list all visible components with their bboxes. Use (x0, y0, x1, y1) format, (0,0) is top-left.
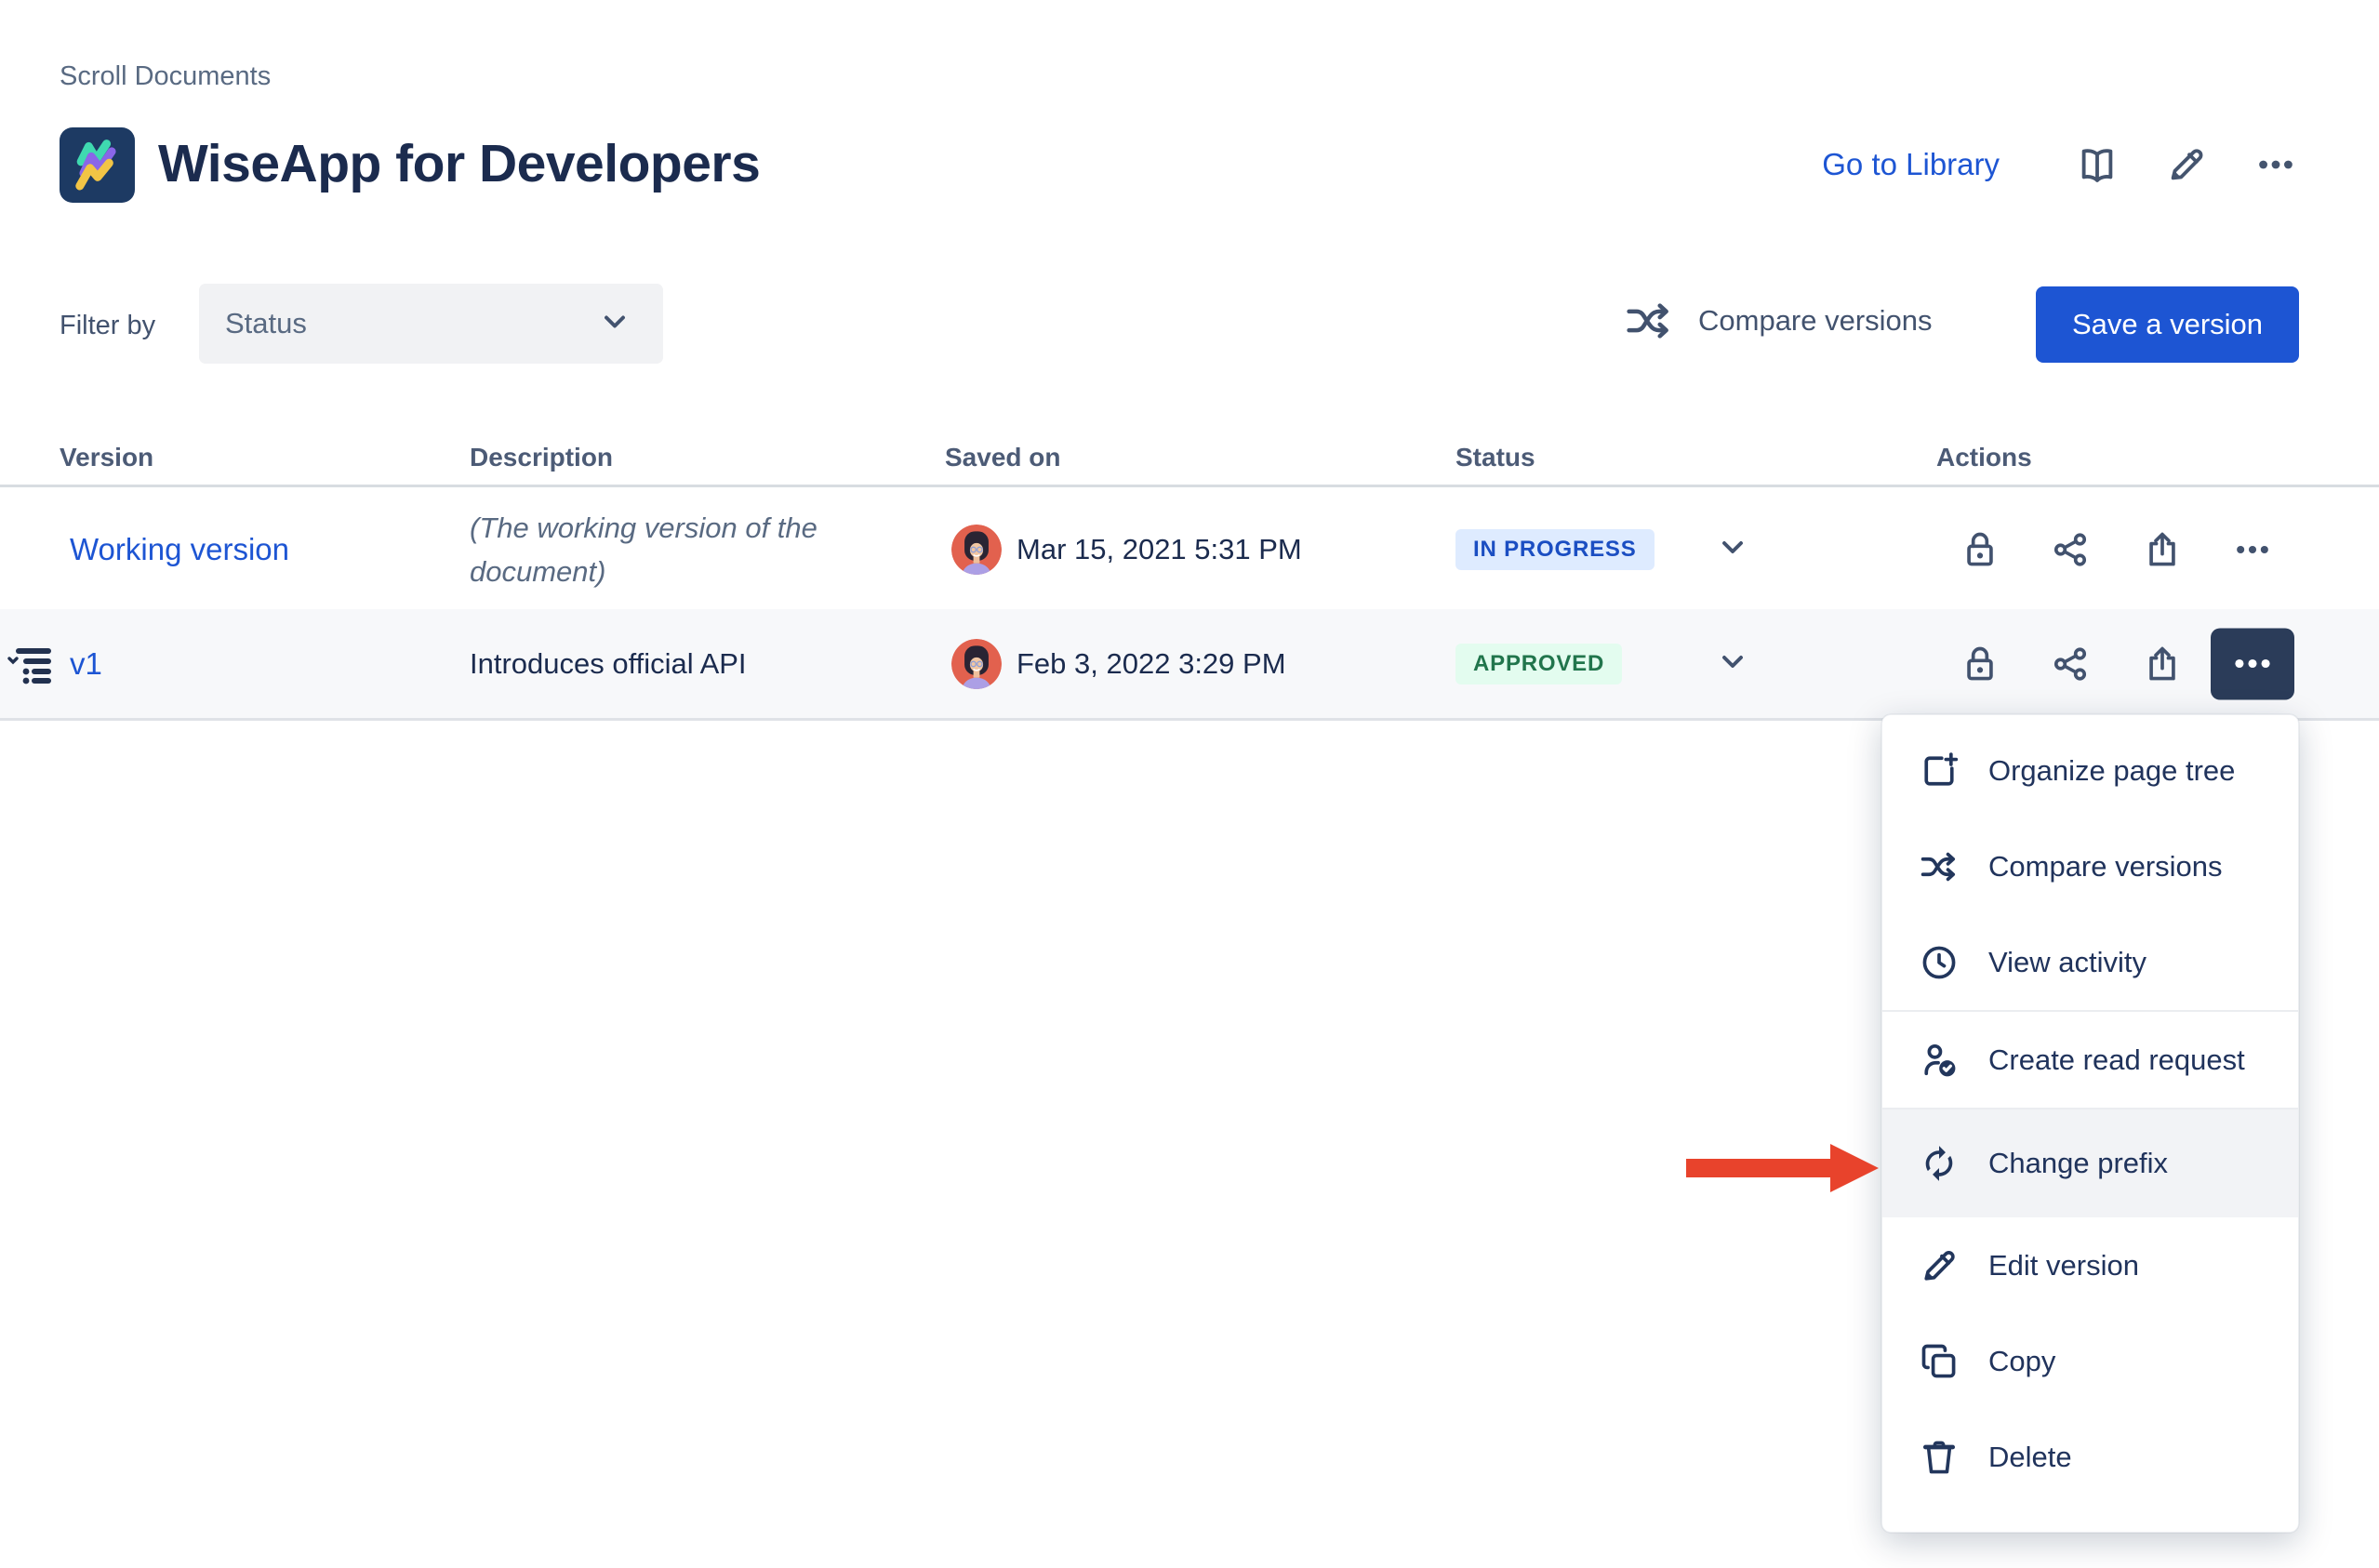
pencil-icon (2171, 149, 2203, 180)
pencil-icon (1918, 1244, 1960, 1287)
filter-by-label: Filter by (60, 311, 156, 340)
status-chevron-icon[interactable] (1716, 531, 1749, 569)
share-icon (2053, 646, 2087, 681)
column-header-description: Description (470, 443, 614, 472)
menu-item-create-read-request[interactable]: Create read request (1882, 1012, 2298, 1108)
document-logo (60, 127, 135, 203)
share-icon (2053, 533, 2087, 566)
export-button[interactable] (2140, 642, 2185, 686)
share-button[interactable] (2048, 642, 2093, 686)
ellipsis-icon (2237, 545, 2268, 554)
column-header-actions: Actions (1936, 443, 2032, 472)
status-badge[interactable]: IN PROGRESS (1455, 529, 1655, 570)
status-chevron-icon[interactable] (1716, 644, 1749, 683)
version-link[interactable]: Working version (70, 532, 289, 567)
page: Scroll Documents WiseApp for Developers … (0, 0, 2379, 1568)
compare-versions-button[interactable]: Compare versions (1624, 296, 1933, 346)
save-version-button[interactable]: Save a version (2036, 286, 2299, 363)
version-description: (The working version of the document) (470, 512, 817, 588)
status-filter-value: Status (225, 307, 307, 339)
menu-item-delete[interactable]: Delete (1882, 1409, 2298, 1505)
menu-item-compare-versions[interactable]: Compare versions (1882, 818, 2298, 914)
shuffle-icon (1918, 845, 1960, 888)
menu-item-change-prefix[interactable]: Change prefix (1882, 1110, 2298, 1217)
copy-icon (1918, 1340, 1960, 1383)
chevron-down-icon (598, 305, 631, 343)
add-page-icon (1918, 750, 1960, 792)
page-title: WiseApp for Developers (158, 134, 761, 193)
page-tree-icon (6, 644, 54, 684)
lock-icon (1967, 532, 1993, 566)
menu-item-copy[interactable]: Copy (1882, 1313, 2298, 1409)
cycle-icon (1918, 1142, 1960, 1185)
breadcrumb[interactable]: Scroll Documents (60, 61, 271, 92)
edit-document-button[interactable] (2163, 141, 2210, 188)
menu-item-edit-version[interactable]: Edit version (1882, 1217, 2298, 1313)
table-row: v1 Introduces official API Feb 3, 2022 3… (0, 609, 2379, 721)
avatar (951, 638, 1002, 689)
column-header-saved-on: Saved on (945, 443, 1061, 472)
table-header: Version Description Saved on Status Acti… (0, 435, 2379, 487)
version-actions-menu: Organize page tree Compare versions View… (1881, 714, 2299, 1533)
share-button[interactable] (2048, 527, 2093, 572)
annotation-arrow (1686, 1144, 1879, 1192)
ellipsis-icon (2259, 160, 2293, 169)
shuffle-icon (1627, 303, 1668, 339)
zigzag-chart-icon (74, 139, 116, 190)
lock-button[interactable] (1958, 642, 2002, 686)
ellipsis-icon (2235, 658, 2270, 669)
trash-icon (1918, 1436, 1960, 1479)
library-book-button[interactable] (2074, 141, 2120, 188)
export-icon (2149, 532, 2175, 566)
menu-item-view-activity[interactable]: View activity (1882, 914, 2298, 1010)
table-row: Working version (The working version of … (0, 490, 2379, 609)
go-to-library-link[interactable]: Go to Library (1822, 147, 2000, 182)
version-link[interactable]: v1 (70, 646, 102, 682)
status-filter-dropdown[interactable]: Status (199, 284, 663, 364)
menu-item-organize-page-tree[interactable]: Organize page tree (1882, 723, 2298, 818)
clock-icon (1918, 941, 1960, 984)
row-more-button[interactable] (2230, 527, 2275, 572)
header-actions: Go to Library (1822, 141, 2299, 188)
status-badge[interactable]: APPROVED (1455, 643, 1623, 684)
compare-versions-label: Compare versions (1698, 304, 1933, 337)
lock-icon (1967, 646, 1993, 680)
column-header-version: Version (60, 443, 154, 472)
person-check-icon (1918, 1039, 1960, 1082)
export-icon (2149, 646, 2175, 680)
lock-button[interactable] (1958, 527, 2002, 572)
export-button[interactable] (2140, 527, 2185, 572)
version-description: Introduces official API (470, 646, 747, 680)
document-more-button[interactable] (2253, 141, 2299, 188)
book-icon (2081, 149, 2113, 182)
column-header-status: Status (1455, 443, 1535, 472)
saved-on-date: Mar 15, 2021 5:31 PM (1017, 533, 1302, 565)
saved-on-date: Feb 3, 2022 3:29 PM (1017, 646, 1286, 680)
avatar (951, 525, 1002, 575)
row-more-button-active[interactable] (2211, 628, 2294, 699)
